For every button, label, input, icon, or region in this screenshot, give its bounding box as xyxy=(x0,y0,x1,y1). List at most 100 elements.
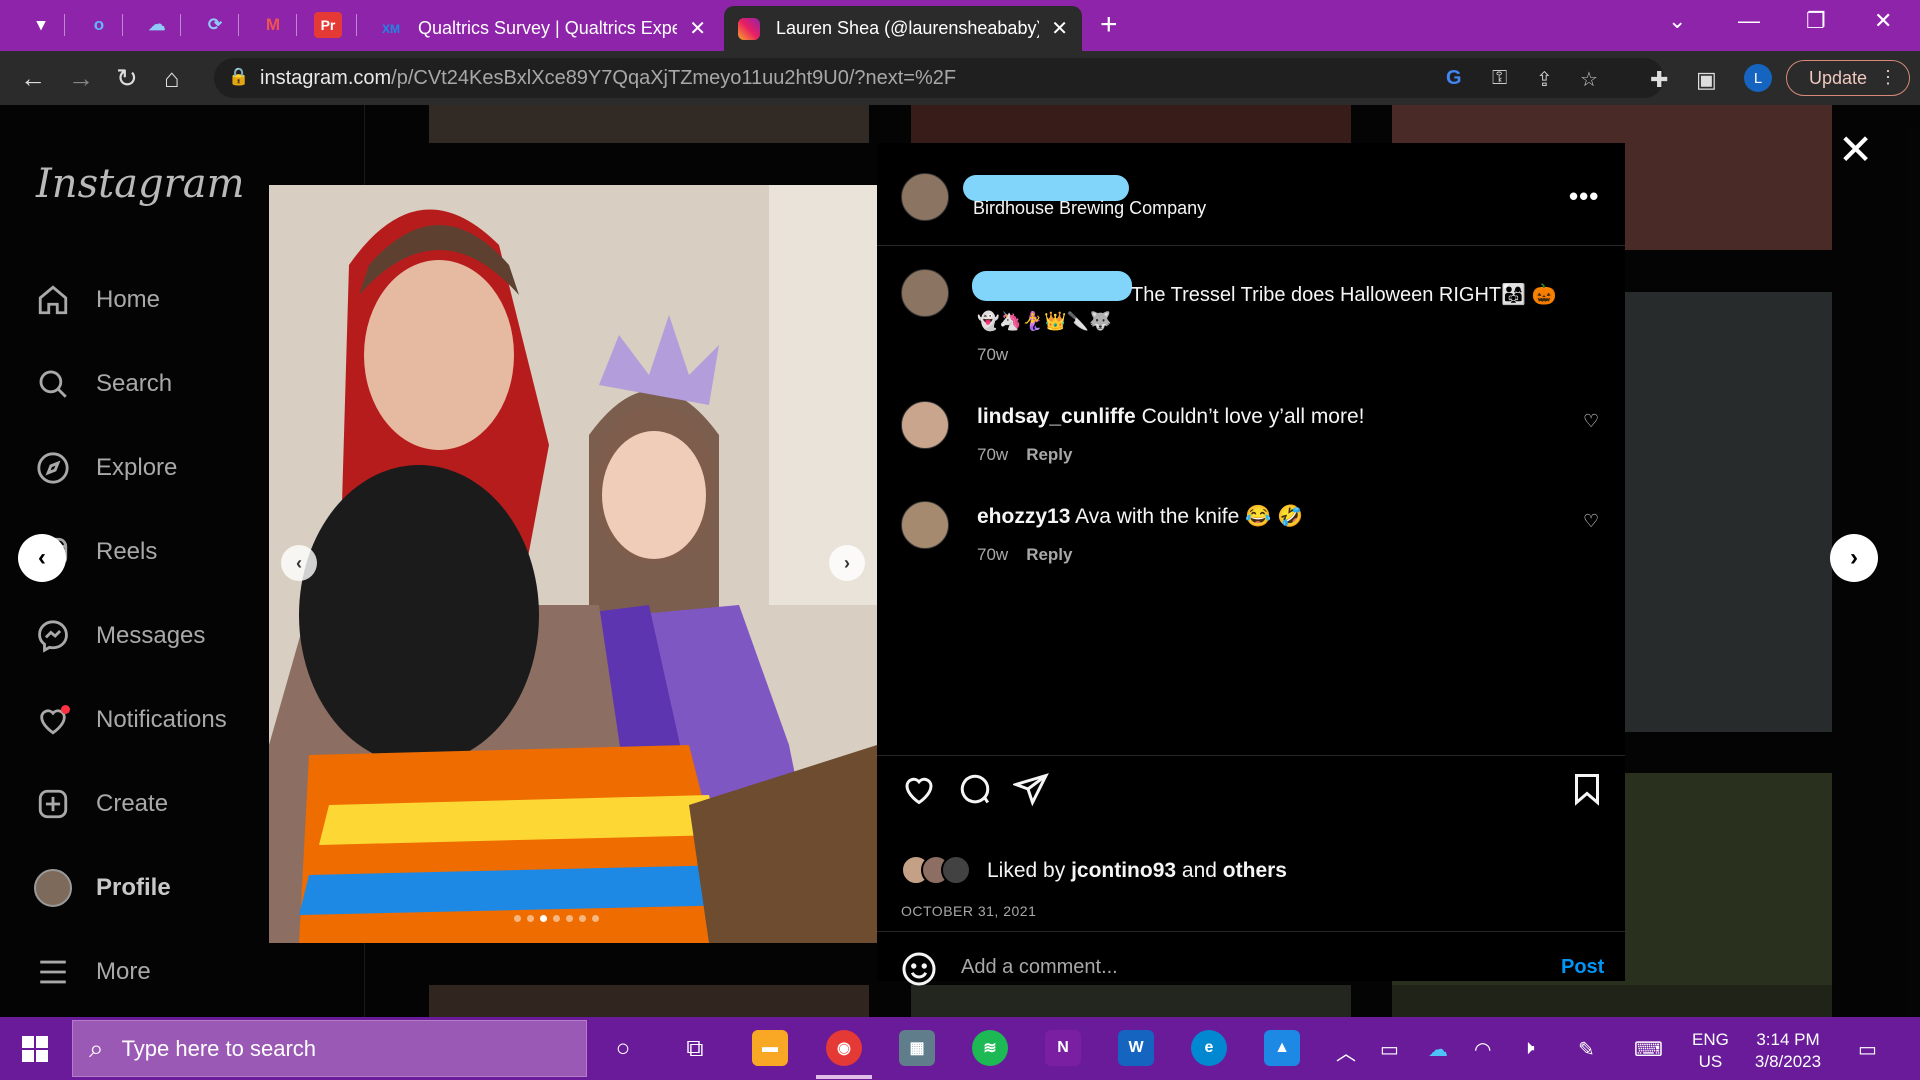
nav-profile[interactable]: Profile xyxy=(34,869,171,907)
notifications-center-icon[interactable]: ▭ xyxy=(1858,1037,1877,1062)
comment-username[interactable]: lindsay_cunliffe xyxy=(977,405,1136,428)
key-icon[interactable]: ⚿ xyxy=(1492,67,1507,90)
pinned-tab-onedrive[interactable]: ☁ xyxy=(140,9,174,41)
pen-icon[interactable]: ✎ xyxy=(1578,1037,1595,1062)
post-image[interactable]: ‹ › xyxy=(269,185,877,943)
save-bookmark-icon[interactable] xyxy=(1569,771,1605,816)
address-bar[interactable]: 🔒 instagram.com/p/CVt24KesBxlXce89Y7QqaX… xyxy=(214,58,1664,98)
close-window-button[interactable]: ✕ xyxy=(1874,8,1892,34)
next-post-button[interactable]: › xyxy=(1830,534,1878,582)
add-comment-input[interactable] xyxy=(961,956,1521,979)
wifi-icon[interactable]: ◠ xyxy=(1474,1037,1491,1062)
pinned-tab-outlook[interactable]: o xyxy=(82,9,116,41)
new-tab-button[interactable]: + xyxy=(1100,8,1118,42)
share-paper-plane-icon[interactable] xyxy=(1011,771,1049,816)
restore-button[interactable]: ❐ xyxy=(1806,8,1826,34)
taskbar-search-box[interactable]: ⌕ Type here to search xyxy=(72,1020,587,1077)
bookmark-star-icon[interactable]: ☆ xyxy=(1580,67,1598,92)
browser-tab-strip: ▾ o ☁ ⟳ M Pr XM Qualtrics Survey | Qualt… xyxy=(0,0,1920,51)
commenter-avatar[interactable] xyxy=(901,501,949,549)
reply-button[interactable]: Reply xyxy=(1026,445,1072,464)
pinned-tab-gmail[interactable]: M xyxy=(256,9,290,41)
author-avatar[interactable] xyxy=(901,173,949,221)
google-lens-icon[interactable]: G xyxy=(1446,67,1462,90)
author-avatar[interactable] xyxy=(901,269,949,317)
comment-username[interactable]: ehozzy13 xyxy=(977,505,1070,528)
like-comment-heart-icon[interactable]: ♡ xyxy=(1583,511,1599,532)
post-comment-button[interactable]: Post xyxy=(1561,956,1604,979)
onenote-icon[interactable]: N xyxy=(1045,1030,1081,1066)
nav-create[interactable]: Create xyxy=(34,785,168,823)
close-tab-icon[interactable]: ✕ xyxy=(1051,16,1068,41)
comment-age[interactable]: 70w xyxy=(977,445,1008,464)
tab-instagram[interactable]: Lauren Shea (@laurensheababy) ✕ xyxy=(724,6,1082,51)
spotify-icon[interactable]: ≋ xyxy=(972,1030,1008,1066)
profile-avatar[interactable]: L xyxy=(1744,64,1772,92)
post-location[interactable]: Birdhouse Brewing Company xyxy=(973,198,1206,219)
reload-button[interactable]: ↻ xyxy=(116,63,138,94)
previous-post-button[interactable]: ‹ xyxy=(18,534,66,582)
photos-icon[interactable]: ▲ xyxy=(1264,1030,1300,1066)
reply-button[interactable]: Reply xyxy=(1026,545,1072,564)
pinned-tab-yahoo[interactable]: ▾ xyxy=(24,9,58,41)
nav-more[interactable]: More xyxy=(34,953,151,991)
touch-keyboard-icon[interactable]: ⌨ xyxy=(1634,1037,1663,1062)
input-language[interactable]: ENG US xyxy=(1692,1029,1729,1073)
nav-messages[interactable]: Messages xyxy=(34,617,205,655)
tab-title: Qualtrics Survey | Qualtrics Exper xyxy=(418,18,678,38)
close-modal-icon[interactable]: ✕ xyxy=(1838,125,1873,174)
system-clock[interactable]: 3:14 PM 3/8/2023 xyxy=(1748,1029,1828,1073)
minimize-button[interactable]: — xyxy=(1738,8,1760,34)
search-icon: ⌕ xyxy=(89,1032,104,1063)
comment: ehozzy13 Ava with the knife 😂 🤣 xyxy=(977,505,1303,529)
side-panel-icon[interactable]: ▣ xyxy=(1696,67,1717,93)
nav-search[interactable]: Search xyxy=(34,365,172,403)
kebab-menu-icon[interactable]: ⋮ xyxy=(1879,67,1897,88)
volume-muted-icon[interactable]: 🕨 xyxy=(1522,1037,1535,1060)
tab-qualtrics[interactable]: XM Qualtrics Survey | Qualtrics Exper ✕ xyxy=(366,6,720,51)
extensions-puzzle-icon[interactable]: ✚ xyxy=(1650,67,1668,93)
more-options-icon[interactable]: ••• xyxy=(1569,181,1599,212)
forward-button[interactable]: → xyxy=(68,63,94,94)
onedrive-icon[interactable]: ☁ xyxy=(1428,1037,1448,1062)
like-heart-icon[interactable] xyxy=(901,771,937,816)
carousel-next-button[interactable]: › xyxy=(829,545,865,581)
lock-icon[interactable]: 🔒 xyxy=(228,67,249,87)
close-tab-icon[interactable]: ✕ xyxy=(689,16,706,41)
caption-emojis: 👻🦄🧜‍♀️👑🔪🐺 xyxy=(977,311,1112,331)
home-button[interactable]: ⌂ xyxy=(164,63,180,94)
emoji-picker-icon[interactable] xyxy=(901,951,937,995)
compass-icon xyxy=(34,449,72,487)
caption-age[interactable]: 70w xyxy=(977,345,1008,365)
file-explorer-icon[interactable]: ▬ xyxy=(752,1030,788,1066)
nav-home[interactable]: Home xyxy=(34,281,160,319)
liker-avatars[interactable] xyxy=(901,855,981,887)
pinned-tab-power-automate[interactable]: ⟳ xyxy=(198,9,232,41)
task-view-icon[interactable]: ⧉ xyxy=(677,1031,713,1067)
url-text[interactable]: instagram.com/p/CVt24KesBxlXce89Y7QqaXjT… xyxy=(260,67,956,90)
commenter-avatar[interactable] xyxy=(901,401,949,449)
comment-age[interactable]: 70w xyxy=(977,545,1008,564)
liked-by-others-link[interactable]: others xyxy=(1223,859,1287,882)
nav-notifications[interactable]: Notifications xyxy=(34,701,227,739)
pinned-tab-pr[interactable]: Pr xyxy=(314,12,342,38)
cortana-icon[interactable]: ○ xyxy=(605,1031,641,1067)
liker-username[interactable]: jcontino93 xyxy=(1071,859,1176,882)
word-icon[interactable]: W xyxy=(1118,1030,1154,1066)
instagram-logo[interactable]: Instagram xyxy=(36,161,245,207)
chrome-icon[interactable]: ◉ xyxy=(826,1030,862,1066)
like-comment-heart-icon[interactable]: ♡ xyxy=(1583,411,1599,432)
calculator-icon[interactable]: ▦ xyxy=(899,1030,935,1066)
update-button[interactable]: Update ⋮ xyxy=(1786,60,1910,96)
edge-icon[interactable]: e xyxy=(1191,1030,1227,1066)
back-button[interactable]: ← xyxy=(20,63,46,94)
tab-search-chevron-icon[interactable]: ⌄ xyxy=(1668,8,1686,34)
share-icon[interactable]: ⇪ xyxy=(1536,67,1553,92)
show-hidden-icons-chevron-icon[interactable]: ︿ xyxy=(1336,1037,1356,1066)
battery-icon[interactable]: ▭ xyxy=(1380,1037,1399,1062)
carousel-prev-button[interactable]: ‹ xyxy=(281,545,317,581)
nav-explore[interactable]: Explore xyxy=(34,449,177,487)
windows-start-button[interactable] xyxy=(22,1036,48,1062)
post-date[interactable]: OCTOBER 31, 2021 xyxy=(901,903,1036,919)
comment-bubble-icon[interactable] xyxy=(957,771,993,816)
